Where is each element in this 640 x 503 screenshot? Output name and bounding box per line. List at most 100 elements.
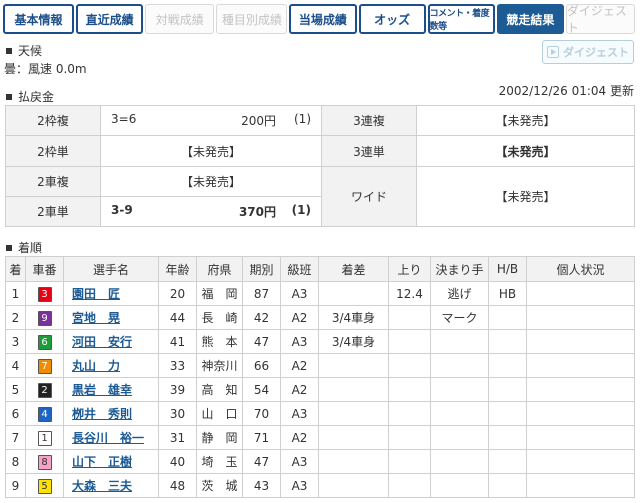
age-cell: 30 — [158, 401, 197, 426]
result-row: 7 1 長谷川 裕一 31 静 岡 71 A2 — [5, 425, 635, 450]
age-cell: 41 — [158, 329, 197, 354]
tab-4[interactable]: 当場成績 — [289, 4, 357, 34]
racer-name-link[interactable]: 大森 三夫 — [72, 479, 132, 493]
agari-cell — [388, 305, 431, 330]
result-row: 6 4 栁井 秀則 30 山 口 70 A3 — [5, 401, 635, 426]
payout-amount: 200円 — [241, 114, 276, 128]
hb-cell — [488, 377, 527, 402]
column-header: 車番 — [25, 256, 64, 282]
class-cell: A2 — [280, 353, 319, 378]
age-cell: 40 — [158, 449, 197, 474]
status-cell — [526, 353, 635, 378]
car-number-cell: 3 — [25, 281, 64, 306]
tab-6[interactable]: コメント・着度数等 — [427, 4, 495, 34]
pref-cell: 高 知 — [196, 377, 243, 402]
pref-cell: 埼 玉 — [196, 449, 243, 474]
bullet-icon — [6, 93, 12, 100]
column-header: H/B — [488, 256, 527, 282]
payout-value: 【未発売】 — [100, 166, 322, 197]
kimarite-cell — [430, 473, 489, 498]
column-header: 級班 — [280, 256, 319, 282]
racer-name-link[interactable]: 長谷川 裕一 — [72, 431, 144, 445]
car-number-cell: 5 — [25, 473, 64, 498]
class-cell: A2 — [280, 425, 319, 450]
term-cell: 87 — [242, 281, 281, 306]
tab-5[interactable]: オッズ — [358, 4, 426, 34]
rank-cell: 6 — [5, 401, 26, 426]
class-cell: A3 — [280, 329, 319, 354]
term-cell: 43 — [242, 473, 281, 498]
column-header: 上り — [388, 256, 431, 282]
agari-cell — [388, 329, 431, 354]
digest-button[interactable]: ダイジェスト — [542, 40, 634, 64]
margin-cell — [318, 449, 389, 474]
column-header: 着 — [5, 256, 26, 282]
racer-name-link[interactable]: 宮地 晃 — [72, 311, 120, 325]
payout-label: 3連複 — [321, 105, 417, 136]
payout-popularity: (1) — [294, 112, 311, 126]
payout-label: 2車複 — [5, 166, 101, 197]
status-cell — [526, 425, 635, 450]
car-number-cell: 6 — [25, 329, 64, 354]
car-number-cell: 9 — [25, 305, 64, 330]
result-row: 5 2 黒岩 雄幸 39 高 知 54 A2 — [5, 377, 635, 402]
racer-name-cell: 丸山 力 — [63, 353, 159, 378]
weather-value: 曇：風速 0.0m — [4, 62, 87, 76]
payout-table: 2枠複 3=6 200円 (1) 3連複 【未発売】 2枠単 【未発売】 3連単… — [5, 105, 635, 227]
term-cell: 47 — [242, 449, 281, 474]
tab-bar: 基本情報 直近成績 対戦成績 種目別成績 当場成績 オッズ コメント・着度数等 競走結果 ダイジ… — [3, 4, 637, 35]
agari-cell: 12.4 — [388, 281, 431, 306]
payout-label: ワイド — [321, 166, 417, 227]
column-header: 年齢 — [158, 256, 197, 282]
tab-7[interactable]: 競走結果 — [496, 4, 564, 34]
hb-cell: HB — [488, 281, 527, 306]
weather-heading: 天候 — [6, 42, 42, 59]
car-number-cell: 2 — [25, 377, 64, 402]
pref-cell: 神奈川 — [196, 353, 243, 378]
racer-name-cell: 河田 安行 — [63, 329, 159, 354]
kimarite-cell — [430, 425, 489, 450]
car-number-badge: 8 — [37, 454, 52, 470]
agari-cell — [388, 449, 431, 474]
racer-name-cell: 園田 匠 — [63, 281, 159, 306]
payout-label: 2車単 — [5, 196, 101, 227]
pref-cell: 長 崎 — [196, 305, 243, 330]
tab-1[interactable]: 直近成績 — [76, 4, 144, 34]
margin-cell — [318, 473, 389, 498]
class-cell: A3 — [280, 449, 319, 474]
hb-cell — [488, 473, 527, 498]
hb-cell — [488, 449, 527, 474]
hb-cell — [488, 401, 527, 426]
racer-name-link[interactable]: 山下 正樹 — [72, 455, 132, 469]
status-cell — [526, 377, 635, 402]
class-cell: A3 — [280, 281, 319, 306]
car-number-badge: 2 — [37, 382, 52, 398]
car-number-badge: 7 — [37, 358, 52, 374]
rank-cell: 2 — [5, 305, 26, 330]
racer-name-link[interactable]: 黒岩 雄幸 — [72, 383, 132, 397]
racer-name-link[interactable]: 栁井 秀則 — [72, 407, 132, 421]
column-header: 着差 — [318, 256, 389, 282]
result-row: 1 3 園田 匠 20 福 岡 87 A3 12.4 逃げ HB — [5, 281, 635, 306]
racer-name-cell: 長谷川 裕一 — [63, 425, 159, 450]
racer-name-link[interactable]: 河田 安行 — [72, 335, 132, 349]
payout-label: 3連単 — [321, 135, 417, 167]
column-header: 期別 — [242, 256, 281, 282]
tab-2: 対戦成績 — [145, 4, 215, 34]
term-cell: 70 — [242, 401, 281, 426]
updated-timestamp: 2002/12/26 01:04 更新 — [498, 84, 634, 98]
payout-label: 2枠単 — [5, 135, 101, 167]
term-cell: 71 — [242, 425, 281, 450]
racer-name-cell: 大森 三夫 — [63, 473, 159, 498]
hb-cell — [488, 305, 527, 330]
status-cell — [526, 305, 635, 330]
kimarite-cell — [430, 329, 489, 354]
status-cell — [526, 281, 635, 306]
racer-name-link[interactable]: 園田 匠 — [72, 287, 120, 301]
racer-name-link[interactable]: 丸山 力 — [72, 359, 120, 373]
margin-cell — [318, 281, 389, 306]
column-header: 府県 — [196, 256, 243, 282]
tab-0[interactable]: 基本情報 — [3, 4, 75, 34]
kimarite-cell — [430, 449, 489, 474]
agari-cell — [388, 401, 431, 426]
